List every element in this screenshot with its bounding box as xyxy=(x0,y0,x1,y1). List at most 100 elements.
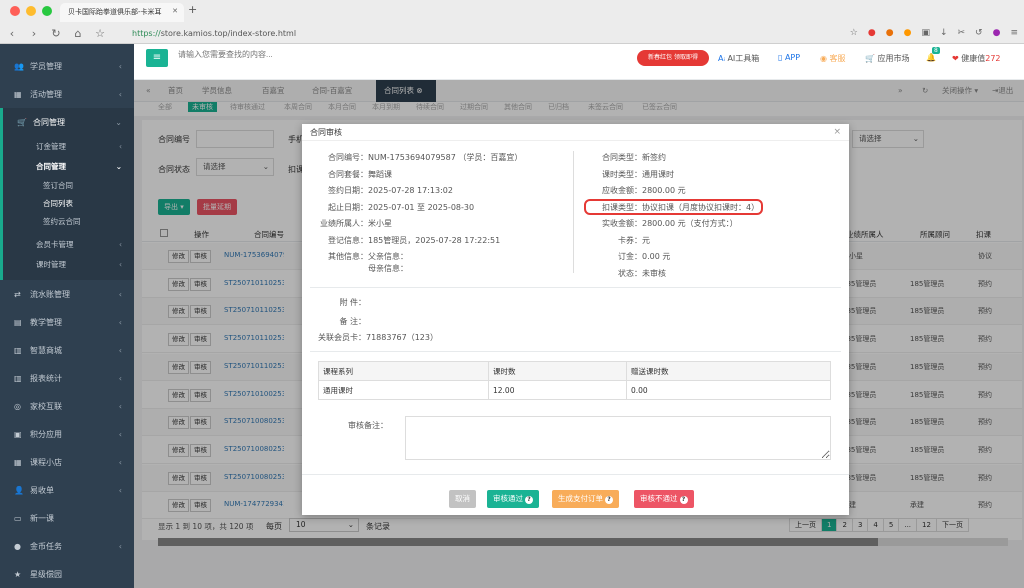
sidebar-item-receipt[interactable]: 👤 易收单 ‹ xyxy=(0,476,134,504)
column-divider xyxy=(573,151,574,273)
close-window-button[interactable] xyxy=(10,6,20,16)
bookmark-star-icon[interactable]: ☆ xyxy=(94,27,106,40)
star-icon[interactable]: ☆ xyxy=(850,28,858,38)
deduct-type-highlight xyxy=(584,199,763,215)
field-value: 元 xyxy=(642,235,650,245)
sidebar-item-mall[interactable]: ▥ 智慧商城 ‹ xyxy=(0,336,134,364)
browser-chrome: 贝卡国际跆拳道俱乐部-卡米耳 ✕ + ‹ › ↻ ⌂ ☆ https://sto… xyxy=(0,0,1024,44)
chevron-left-icon: ‹ xyxy=(118,485,122,495)
minimize-window-button[interactable] xyxy=(26,6,36,16)
sidebar-item-star[interactable]: ★ 星级偿园 xyxy=(0,560,134,588)
sidebar-item-ledger[interactable]: ⇄ 流水账管理 ‹ xyxy=(0,280,134,308)
generate-pay-order-button[interactable]: 生成支付订单? xyxy=(552,490,619,508)
profile-icon[interactable]: ● xyxy=(993,28,1001,38)
contract-field: 业绩所属人：米小星 xyxy=(318,218,392,230)
map-icon: ▦ xyxy=(14,89,22,99)
browser-tabbar: 贝卡国际跆拳道俱乐部-卡米耳 ✕ + xyxy=(0,0,1024,22)
chevron-left-icon: ‹ xyxy=(119,259,122,269)
divider xyxy=(310,351,841,352)
browser-tab[interactable]: 贝卡国际跆拳道俱乐部-卡米耳 ✕ xyxy=(60,3,184,22)
download-icon[interactable]: ↓ xyxy=(940,28,948,38)
scissors-icon[interactable]: ✂ xyxy=(958,28,966,38)
field-value: 0.00 元 xyxy=(642,252,671,261)
sidebar-item-sign-contract[interactable]: 签订合同 xyxy=(3,176,134,194)
sidebar-item-teaching[interactable]: ▤ 教学管理 ‹ xyxy=(0,308,134,336)
sidebar-item-member-card[interactable]: 会员卡管理 ‹ xyxy=(3,234,134,254)
search-input[interactable] xyxy=(178,50,378,59)
chevron-left-icon: ‹ xyxy=(118,289,122,299)
reload-icon[interactable]: ↻ xyxy=(50,27,62,40)
field-label: 实收金额： xyxy=(602,219,642,228)
window-controls xyxy=(10,6,52,16)
maximize-window-button[interactable] xyxy=(42,6,52,16)
notification-bell[interactable]: 🔔 8 xyxy=(926,47,940,62)
sidebar-item-cloud-contract[interactable]: 签约云合同 xyxy=(3,212,134,230)
contract-field: 状态：未审核 xyxy=(582,268,666,280)
sidebar-item-home-school[interactable]: ◎ 家校互联 ‹ xyxy=(0,392,134,420)
extension-icon[interactable]: ● xyxy=(886,28,894,38)
menu-toggle-button[interactable]: ≡ xyxy=(146,49,168,67)
sidebar-item-contract-mgmt[interactable]: 合同管理 ⌄ xyxy=(3,156,134,176)
reject-button[interactable]: 审核不通过? xyxy=(634,490,694,508)
sidebar-item-course-shop[interactable]: ▦ 课程小店 ‹ xyxy=(0,448,134,476)
sidebar-item-report[interactable]: ▥ 报表统计 ‹ xyxy=(0,364,134,392)
back-icon[interactable]: ‹ xyxy=(6,27,18,40)
contract-field: 其他信息：父亲信息： xyxy=(318,251,408,263)
address-bar-row: ‹ › ↻ ⌂ ☆ https://store.kamios.top/index… xyxy=(0,22,1024,44)
course-series-header: 课程系列 xyxy=(318,361,489,381)
calendar-icon: ▤ xyxy=(14,317,22,327)
field-label: 课时类型： xyxy=(602,169,642,179)
field-value: 父亲信息： xyxy=(368,252,408,261)
linked-card-row: 关联会员卡：71883767（123） xyxy=(318,333,438,342)
headset-icon: ◉ xyxy=(820,54,827,63)
sidebar-item-hours[interactable]: 课时管理 ‹ xyxy=(3,254,134,274)
question-icon: ? xyxy=(679,496,688,504)
cancel-button[interactable]: 取消 xyxy=(449,490,476,508)
course-hours-header: 课时数 xyxy=(488,361,627,381)
ai-tools-link[interactable]: Aᵢ AI工具箱 xyxy=(718,53,759,64)
promo-banner[interactable]: 新春红包 领取即得 xyxy=(637,50,709,66)
sidebar-item-contract-list[interactable]: 合同列表 xyxy=(3,194,134,212)
undo-icon[interactable]: ↺ xyxy=(975,28,983,38)
url-field[interactable]: https://store.kamios.top/index-store.htm… xyxy=(132,29,296,38)
extension-icon[interactable]: ● xyxy=(904,28,912,38)
notification-badge: 8 xyxy=(932,47,940,54)
camera-icon[interactable]: ▣ xyxy=(921,28,930,38)
forward-icon[interactable]: › xyxy=(28,27,40,40)
sidebar-item-coin-task[interactable]: ● 金币任务 ‹ xyxy=(0,532,134,560)
users-icon: 👥 xyxy=(14,61,24,71)
field-value: 母亲信息： xyxy=(368,264,408,273)
chevron-left-icon: ‹ xyxy=(118,429,122,439)
new-tab-icon[interactable]: + xyxy=(188,3,197,16)
chevron-left-icon: ‹ xyxy=(118,89,122,99)
question-icon: ? xyxy=(605,496,613,504)
field-label: 应收金额： xyxy=(602,186,642,195)
sidebar-item-new-lesson[interactable]: ▭ 新一课 xyxy=(0,504,134,532)
sidebar-item-points[interactable]: ▣ 积分应用 ‹ xyxy=(0,420,134,448)
modal-header: 合同审核 × xyxy=(302,124,849,141)
review-remark-input[interactable] xyxy=(405,416,831,460)
health-value[interactable]: ❤ 健康值272 xyxy=(952,53,1001,64)
approve-button[interactable]: 审核通过? xyxy=(487,490,539,508)
field-value: 2800.00 元（支付方式：） xyxy=(642,219,738,228)
app-link[interactable]: ▯ APP xyxy=(778,53,800,62)
service-link[interactable]: ◉ 客服 xyxy=(820,53,846,64)
compass-icon: ◎ xyxy=(14,401,21,411)
extension-icons: ☆ ● ● ● ▣ ↓ ✂ ↺ ● ≡ xyxy=(850,28,1018,38)
gamepad-icon[interactable]: ● xyxy=(868,28,876,38)
menu-icon[interactable]: ≡ xyxy=(1010,28,1018,38)
close-tab-icon[interactable]: ✕ xyxy=(172,7,178,15)
market-link[interactable]: 🛒 应用市场 xyxy=(865,53,910,64)
close-icon[interactable]: × xyxy=(833,124,841,141)
field-label: 合同编号： xyxy=(328,153,368,162)
ai-icon: Aᵢ xyxy=(718,54,725,63)
chevron-left-icon: ‹ xyxy=(118,541,122,551)
home-icon[interactable]: ⌂ xyxy=(72,27,84,40)
field-value: NUM-1753694079587 （学员：百嘉宜） xyxy=(368,153,523,162)
sidebar-item-order[interactable]: 订金管理 ‹ xyxy=(3,136,134,156)
mobile-icon: ▯ xyxy=(778,53,783,62)
sidebar-item-contract[interactable]: 🛒 合同管理 ⌄ xyxy=(3,108,134,136)
coin-icon: ● xyxy=(14,541,21,551)
sidebar-item-activity[interactable]: ▦ 活动管理 ‹ xyxy=(0,80,134,108)
sidebar-item-student[interactable]: 👥 学员管理 ‹ xyxy=(0,52,134,80)
